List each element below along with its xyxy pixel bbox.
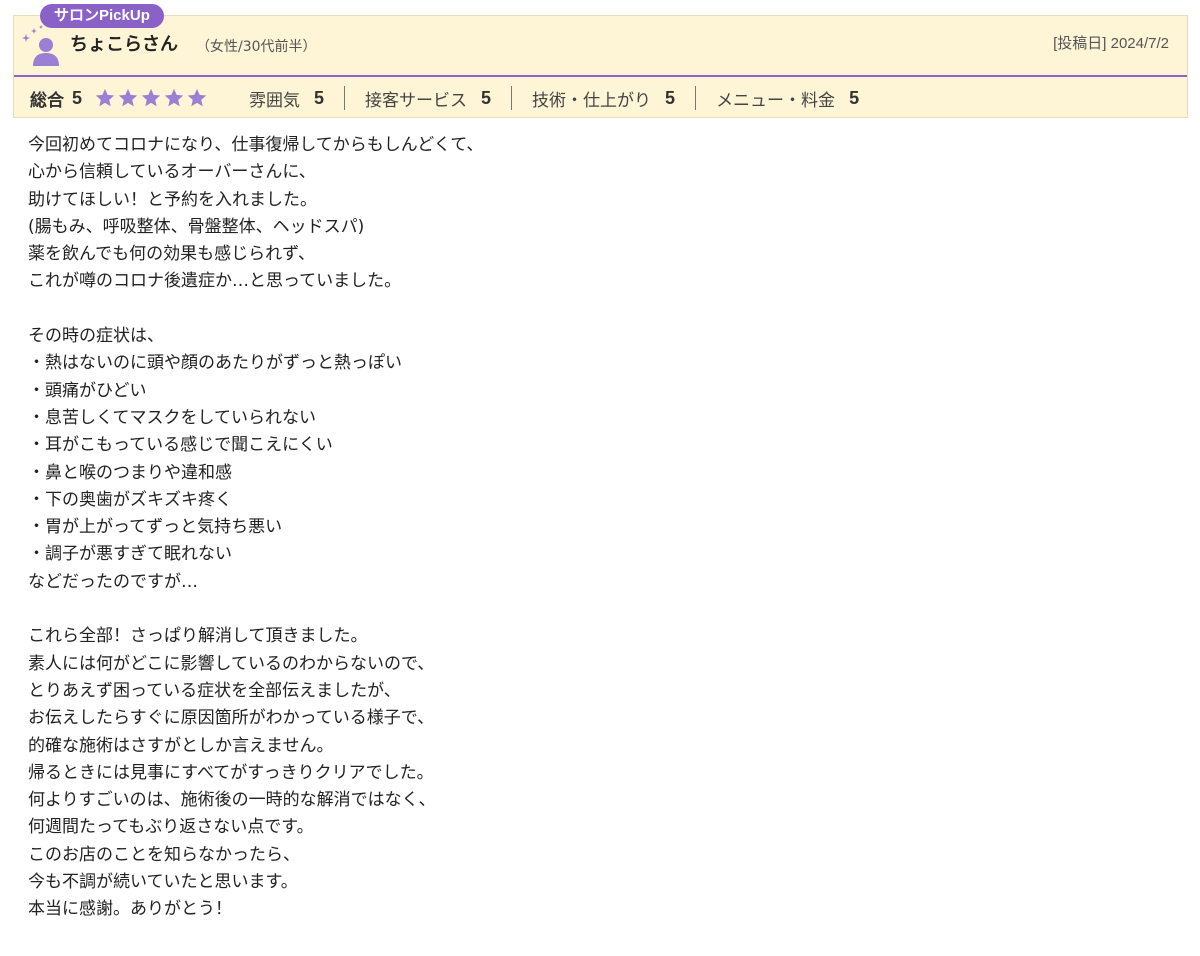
category-technique: 技術・仕上がり 5	[532, 86, 675, 111]
star-icon	[164, 88, 184, 107]
category-score: 5	[314, 87, 325, 108]
post-date: [投稿日] 2024/7/2	[1053, 35, 1169, 52]
overall-label: 総合	[30, 90, 64, 111]
category-label: メニュー・料金	[716, 90, 836, 111]
star-icon	[141, 88, 161, 107]
category-label: 接客サービス	[365, 90, 468, 111]
category-score: 5	[481, 87, 492, 108]
star-icon	[187, 88, 207, 107]
salon-pickup-badge: サロンPickUp	[40, 4, 164, 28]
review-body: 今回初めてコロナになり、仕事復帰してからもしんどくて、 心から信頼しているオーバ…	[28, 135, 484, 920]
star-icon	[118, 88, 138, 107]
review-header: ちょこらさん （女性/30代前半） [投稿日] 2024/7/2 総合 5 雰囲…	[13, 15, 1188, 118]
star-rating	[94, 87, 209, 109]
category-separator	[695, 86, 697, 110]
category-separator	[511, 86, 513, 110]
reviewer-attributes: （女性/30代前半）	[196, 39, 317, 55]
category-menu-price: メニュー・料金 5	[716, 86, 859, 111]
category-score: 5	[849, 87, 860, 108]
avatar-icon	[33, 38, 59, 66]
header-divider	[14, 75, 1187, 77]
reviewer-name[interactable]: ちょこらさん	[70, 34, 178, 56]
overall-score: 5	[72, 87, 83, 108]
category-score: 5	[665, 87, 676, 108]
category-separator	[344, 86, 346, 110]
category-label: 技術・仕上がり	[532, 90, 652, 111]
category-service: 接客サービス 5	[365, 86, 491, 111]
star-icon	[95, 88, 115, 107]
category-label: 雰囲気	[249, 90, 301, 111]
rating-row: 総合 5 雰囲気 5 接客サービス 5 技術・仕上がり 5 メニュー・料金 5	[14, 78, 1187, 118]
review-card: サロンPickUp ちょこらさん （女性/30代前半） [投稿日] 2024/7…	[0, 0, 1200, 956]
reviewer-row: ちょこらさん （女性/30代前半） [投稿日] 2024/7/2	[14, 16, 1187, 76]
category-ambience: 雰囲気 5	[249, 86, 324, 111]
